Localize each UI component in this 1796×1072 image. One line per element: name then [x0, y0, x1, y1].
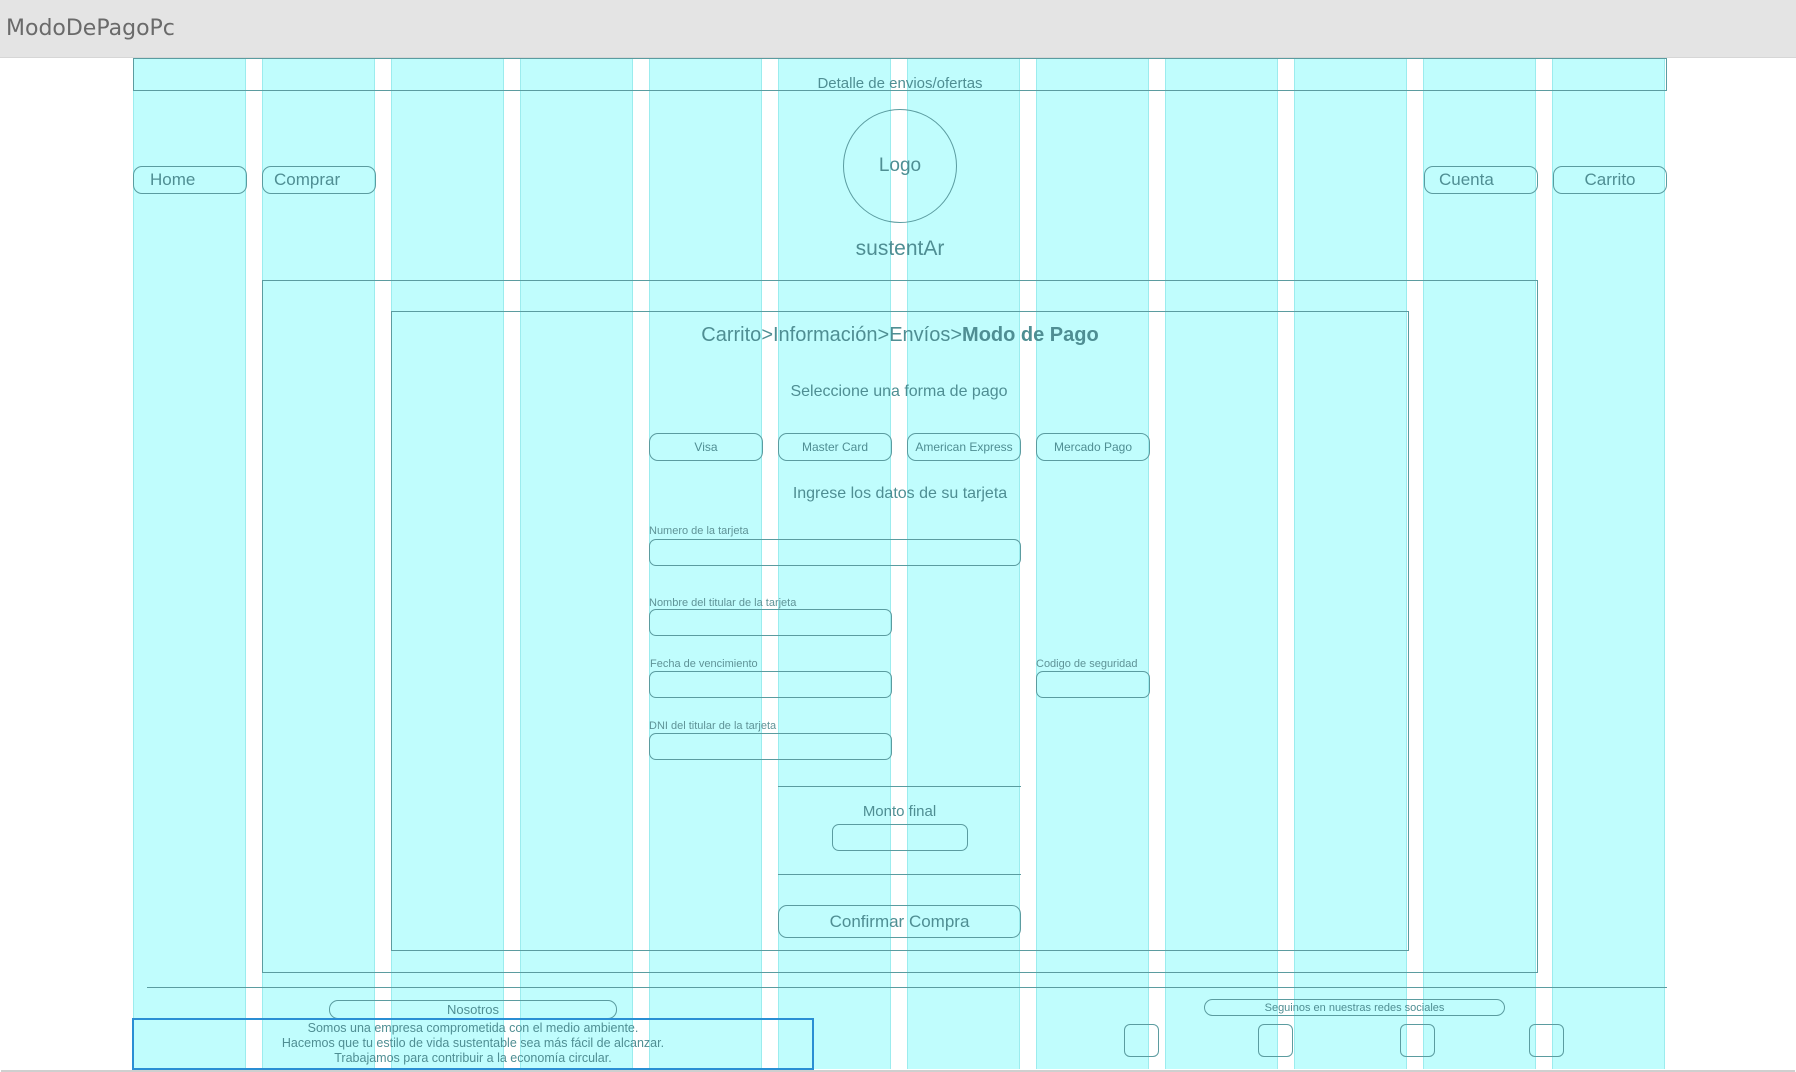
card-number-input[interactable]: [649, 539, 1021, 566]
breadcrumb-step-informacion[interactable]: Información: [773, 324, 878, 346]
divider: [778, 786, 1021, 787]
security-code-input[interactable]: [1036, 671, 1150, 698]
nav-comprar-button[interactable]: Comprar: [262, 166, 376, 194]
grid-column: [133, 58, 246, 1069]
divider: [778, 874, 1021, 875]
payment-visa-button[interactable]: Visa: [649, 433, 763, 461]
brand-name: sustentAr: [855, 237, 945, 260]
nav-cuenta-button[interactable]: Cuenta: [1424, 166, 1538, 194]
window-title: ModoDePagoPc: [6, 16, 175, 41]
expiry-input[interactable]: [649, 671, 892, 698]
card-data-prompt: Ingrese los datos de su tarjeta: [792, 485, 1008, 502]
holder-name-label: Nombre del titular de la tarjeta: [649, 597, 797, 609]
logo-label: Logo: [878, 155, 922, 176]
breadcrumb-separator: >: [761, 324, 773, 346]
holder-dni-input[interactable]: [649, 733, 892, 760]
total-label: Monto final: [862, 803, 937, 820]
social-follow-button[interactable]: Seguinos en nuestras redes sociales: [1204, 999, 1505, 1016]
social-icon-2[interactable]: [1258, 1024, 1293, 1057]
about-us-line: Trabajamos para contribuir a la economía…: [334, 1051, 612, 1065]
card-number-label: Numero de la tarjeta: [649, 525, 749, 537]
breadcrumb-separator: >: [950, 324, 963, 346]
social-icon-1[interactable]: [1124, 1024, 1159, 1057]
total-amount-field: [832, 824, 968, 851]
holder-dni-label: DNI del titular de la tarjeta: [649, 720, 777, 732]
payment-amex-button[interactable]: American Express: [907, 433, 1021, 461]
footer-divider: [147, 987, 1667, 988]
breadcrumb: Carrito>Información>Envíos>Modo de Pago: [391, 324, 1409, 347]
breadcrumb-separator: >: [877, 324, 890, 346]
logo[interactable]: Logo: [843, 109, 957, 223]
checkout-panel: [391, 311, 1409, 951]
nav-carrito-button[interactable]: Carrito: [1553, 166, 1667, 194]
confirm-purchase-button[interactable]: Confirmar Compra: [778, 905, 1021, 938]
grid-column: [1552, 58, 1665, 1069]
about-us-line: Hacemos que tu estilo de vida sustentabl…: [281, 1036, 665, 1050]
nav-home-button[interactable]: Home: [133, 166, 247, 194]
about-us-line: Somos una empresa comprometida con el me…: [307, 1021, 639, 1035]
payment-mercadopago-button[interactable]: Mercado Pago: [1036, 433, 1150, 461]
payment-prompt: Seleccione una forma de pago: [790, 383, 1008, 400]
expiry-label: Fecha de vencimiento: [650, 658, 758, 670]
about-us-text: Somos una empresa comprometida con el me…: [142, 1021, 804, 1066]
social-icon-3[interactable]: [1400, 1024, 1435, 1057]
window-titlebar: ModoDePagoPc: [0, 0, 1796, 58]
about-us-button[interactable]: Nosotros: [329, 1000, 617, 1019]
payment-mastercard-button[interactable]: Master Card: [778, 433, 892, 461]
breadcrumb-step-envios[interactable]: Envíos: [889, 324, 950, 346]
breadcrumb-step-current: Modo de Pago: [962, 324, 1099, 346]
offers-banner-text: Detalle de envios/ofertas: [817, 75, 983, 92]
breadcrumb-step-carrito[interactable]: Carrito: [701, 324, 761, 346]
holder-name-input[interactable]: [649, 609, 892, 636]
security-code-label: Codigo de seguridad: [1036, 658, 1138, 670]
social-icon-4[interactable]: [1529, 1024, 1564, 1057]
